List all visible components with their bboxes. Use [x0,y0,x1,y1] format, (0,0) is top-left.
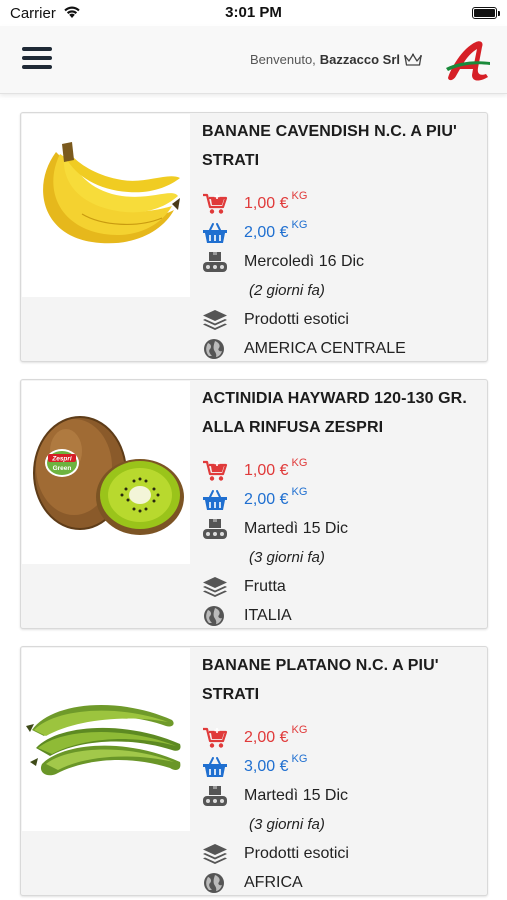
sell-price: 1,00 € [244,194,289,212]
product-ago: (3 giorni fa) [249,549,325,566]
origin-row: AFRICA [202,868,481,895]
sell-unit: KG [291,189,308,202]
product-category: Prodotti esotici [244,844,349,862]
sell-unit: KG [291,723,308,736]
product-image-banana [22,114,190,297]
layers-icon [203,576,227,597]
sell-price: 2,00 € [244,728,289,746]
basket-icon [203,489,227,510]
sell-price: 1,00 € [244,461,289,479]
date-row: Martedì 15 Dic [202,514,481,543]
basket-icon [203,222,227,243]
category-row: Prodotti esotici [202,305,481,334]
basket-icon [203,756,227,777]
app-header: Benvenuto, Bazzacco Srl [0,26,507,94]
sell-unit: KG [291,456,308,469]
status-bar: Carrier 3:01 PM [0,0,507,26]
ago-row: (3 giorni fa) [202,543,481,572]
buy-price-row: 2,00 € KG [202,218,481,247]
welcome-label: Benvenuto, [250,52,316,67]
date-row: Mercoledì 16 Dic [202,247,481,276]
globe-icon [204,872,224,893]
conveyor-icon [203,251,227,272]
category-row: Prodotti esotici [202,839,481,868]
buy-price-row: 2,00 € KG [202,485,481,514]
date-row: Martedì 15 Dic [202,781,481,810]
cart-icon [203,460,228,481]
product-title: BANANE CAVENDISH N.C. A PIU' STRATI [202,123,457,169]
product-card[interactable]: Zespri Green ACTINIDIA HAYWARD 120-130 G… [20,379,488,629]
cart-icon [203,193,228,214]
product-ago: (2 giorni fa) [249,282,325,299]
product-date: Martedì 15 Dic [244,519,349,537]
ago-row: (3 giorni fa) [202,810,481,839]
product-origin: AFRICA [244,873,303,891]
product-image-plantain [22,648,190,831]
buy-unit: KG [291,485,308,498]
buy-price-row: 3,00 € KG [202,752,481,781]
welcome-message: Benvenuto, Bazzacco Srl [250,52,423,67]
buy-unit: KG [291,218,308,231]
battery-cap [498,11,500,16]
sell-price-row: 1,00 € KG [202,189,481,218]
layers-icon [203,843,227,864]
product-category: Frutta [244,577,286,595]
product-title: BANANE PLATANO N.C. A PIU' STRATI [202,657,439,703]
ago-row: (2 giorni fa) [202,276,481,305]
product-date: Martedì 15 Dic [244,786,349,804]
buy-unit: KG [291,752,308,765]
brand-logo[interactable] [442,38,494,86]
product-title: ACTINIDIA HAYWARD 120-130 GR. ALLA RINFU… [202,390,467,436]
product-origin: ITALIA [244,606,292,624]
origin-row: AMERICA CENTRALE [202,334,481,361]
product-date: Mercoledì 16 Dic [244,252,365,270]
sell-price-row: 2,00 € KG [202,723,481,752]
product-category: Prodotti esotici [244,310,349,328]
layers-icon [203,309,227,330]
buy-price: 3,00 € [244,757,289,775]
globe-icon [204,605,224,626]
status-time: 3:01 PM [225,4,282,21]
product-origin: AMERICA CENTRALE [244,339,406,357]
globe-icon [204,338,224,359]
kiwi-icon: Zespri Green [33,416,184,535]
battery-icon [472,7,497,19]
sell-price-row: 1,00 € KG [202,456,481,485]
crown-icon [404,53,422,66]
conveyor-icon [203,785,227,806]
origin-row: ITALIA [202,601,481,628]
product-card[interactable]: BANANE PLATANO N.C. A PIU' STRATI 2,00 €… [20,646,488,896]
product-image-kiwi: Zespri Green [22,381,190,564]
product-list: BANANE CAVENDISH N.C. A PIU' STRATI 1,00… [0,94,507,900]
cart-icon [203,727,228,748]
product-ago: (3 giorni fa) [249,816,325,833]
hamburger-menu-icon[interactable] [22,47,52,73]
kiwi-label-sub: Green [53,465,72,472]
product-card[interactable]: BANANE CAVENDISH N.C. A PIU' STRATI 1,00… [20,112,488,362]
category-row: Frutta [202,572,481,601]
banana-icon [43,142,180,244]
kiwi-label-brand: Zespri [51,456,72,463]
user-name[interactable]: Bazzacco Srl [320,52,400,67]
plantain-icon [26,705,181,776]
buy-price: 2,00 € [244,490,289,508]
conveyor-icon [203,518,227,539]
buy-price: 2,00 € [244,223,289,241]
